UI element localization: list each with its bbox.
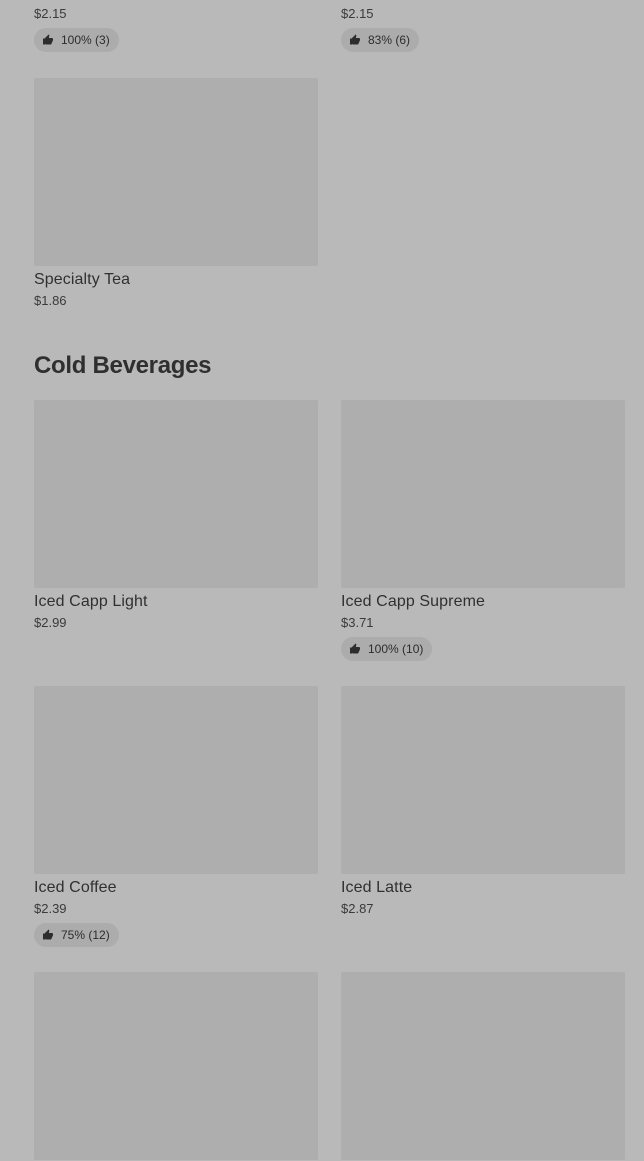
section-title: Cold Beverages bbox=[34, 352, 212, 379]
item-image bbox=[34, 686, 318, 874]
item-price: $2.39 bbox=[34, 901, 67, 916]
item-image bbox=[34, 972, 318, 1160]
menu-item-card[interactable]: Iced Capp Light $2.99 bbox=[34, 400, 318, 631]
item-name: Iced Capp Supreme bbox=[341, 593, 486, 610]
rating-badge: 100% (10) bbox=[341, 637, 433, 661]
menu-page: $2.15 100% (3) $2.15 83% (6) Specialty T… bbox=[0, 0, 644, 1161]
item-price: $1.86 bbox=[34, 293, 67, 308]
thumbs-up-icon bbox=[43, 929, 53, 940]
item-price: $2.87 bbox=[341, 901, 374, 916]
item-price: $2.15 bbox=[341, 6, 374, 21]
rating-badge: 83% (6) bbox=[341, 28, 420, 52]
thumbs-up-icon bbox=[43, 34, 53, 45]
rating-badge: 100% (3) bbox=[34, 28, 119, 52]
menu-item-card[interactable] bbox=[341, 972, 625, 1160]
rating-text: 75% (12) bbox=[61, 928, 110, 942]
menu-item-card[interactable]: Iced Coffee $2.39 75% (12) bbox=[34, 686, 318, 947]
thumbs-up-icon bbox=[350, 34, 360, 45]
menu-item-card[interactable]: $2.15 100% (3) bbox=[34, 0, 318, 52]
item-name: Iced Latte bbox=[341, 879, 413, 896]
rating-badge: 75% (12) bbox=[34, 923, 119, 947]
item-image bbox=[341, 400, 625, 588]
menu-item-card[interactable] bbox=[34, 972, 318, 1160]
item-name: Specialty Tea bbox=[34, 271, 131, 288]
item-image bbox=[341, 686, 625, 874]
rating-text: 100% (3) bbox=[61, 33, 110, 47]
menu-item-card[interactable]: $2.15 83% (6) bbox=[341, 0, 625, 52]
rating-text: 100% (10) bbox=[368, 642, 424, 656]
item-name: Iced Capp Light bbox=[34, 593, 148, 610]
rating-text: 83% (6) bbox=[368, 33, 411, 47]
item-price: $3.71 bbox=[341, 615, 374, 630]
item-price: $2.99 bbox=[34, 615, 67, 630]
menu-item-card[interactable]: Specialty Tea $1.86 bbox=[34, 78, 318, 309]
item-image bbox=[34, 400, 318, 588]
menu-item-card[interactable]: Iced Capp Supreme $3.71 100% (10) bbox=[341, 400, 625, 661]
thumbs-up-icon bbox=[350, 643, 360, 654]
item-image bbox=[34, 78, 318, 266]
item-image bbox=[341, 972, 625, 1160]
item-price: $2.15 bbox=[34, 6, 67, 21]
item-name: Iced Coffee bbox=[34, 879, 117, 896]
menu-item-card[interactable]: Iced Latte $2.87 bbox=[341, 686, 625, 917]
